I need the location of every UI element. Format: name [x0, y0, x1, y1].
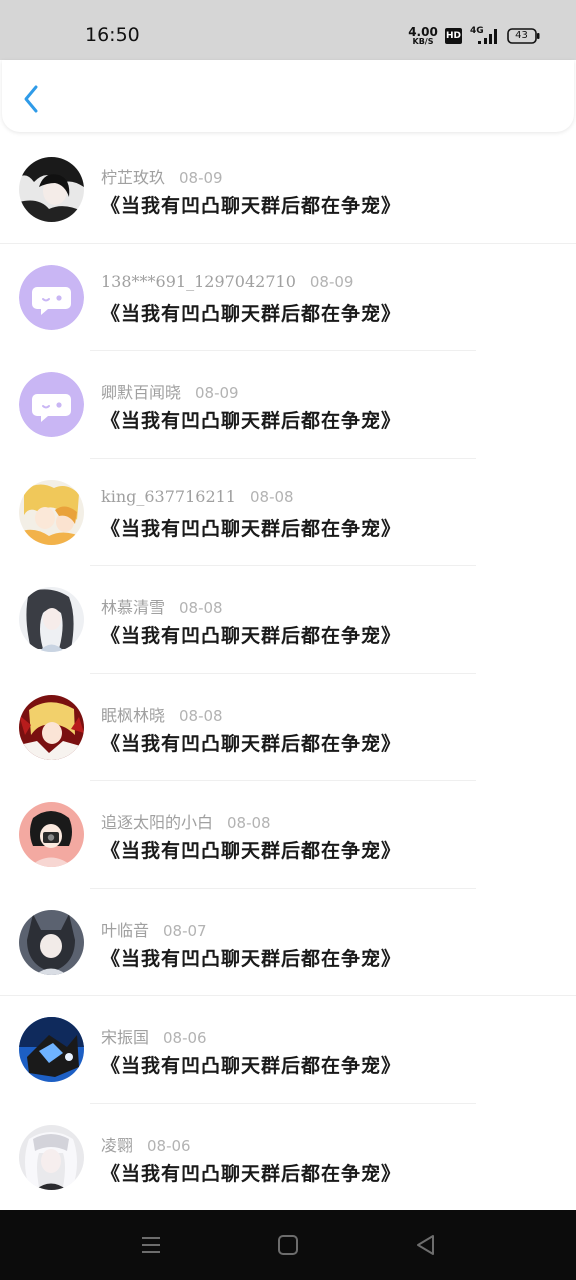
- avatar[interactable]: [19, 264, 84, 330]
- default-chat-avatar-icon: [19, 372, 84, 437]
- user-name[interactable]: 叶临音: [101, 921, 149, 940]
- list-item[interactable]: 追逐太阳的小白 08-08 《当我有凹凸聊天群后都在争宠》: [0, 781, 576, 889]
- comment-meta: 柠芷玫玖 08-09: [101, 164, 223, 188]
- user-name[interactable]: king_637716211: [101, 487, 236, 506]
- network-speed: 4.00 KB/S: [408, 26, 438, 46]
- comment-text: 《当我有凹凸聊天群后都在争宠》: [101, 947, 402, 970]
- list-item[interactable]: 凌翾 08-06 《当我有凹凸聊天群后都在争宠》: [0, 1104, 576, 1212]
- comment-text: 《当我有凹凸聊天群后都在争宠》: [101, 732, 402, 755]
- user-name[interactable]: 宋振国: [101, 1028, 149, 1047]
- comment-date: 08-06: [163, 1029, 207, 1047]
- comment-date: 08-08: [227, 814, 271, 832]
- list-item[interactable]: 叶临音 08-07 《当我有凹凸聊天群后都在争宠》: [0, 889, 576, 996]
- comment-text: 《当我有凹凸聊天群后都在争宠》: [101, 410, 402, 432]
- comment-meta: 林慕清雪 08-08: [101, 594, 223, 618]
- comment-date: 08-08: [179, 599, 223, 617]
- avatar[interactable]: [19, 694, 84, 760]
- navigation-bar: [0, 1210, 576, 1280]
- avatar[interactable]: [19, 372, 84, 437]
- avatar[interactable]: [19, 909, 84, 975]
- comment-text: 《当我有凹凸聊天群后都在争宠》: [101, 1162, 402, 1185]
- comment-date: 08-08: [179, 706, 223, 725]
- avatar[interactable]: [19, 802, 84, 867]
- comment-text: 《当我有凹凸聊天群后都在争宠》: [101, 195, 402, 217]
- hd-icon: HD: [445, 28, 462, 44]
- comment-meta: 卿默百闻晓 08-09: [101, 379, 239, 403]
- comment-list: 柠芷玫玖 08-09 《当我有凹凸聊天群后都在争宠》 138***691_1297…: [0, 136, 576, 1211]
- list-item[interactable]: 138***691_1297042710 08-09 《当我有凹凸聊天群后都在争宠…: [0, 244, 576, 351]
- default-chat-avatar-icon: [19, 264, 84, 330]
- signal-icon: 4G: [470, 26, 497, 44]
- comment-meta: 追逐太阳的小白 08-08: [101, 809, 271, 833]
- menu-icon[interactable]: [138, 1232, 164, 1258]
- back-triangle-icon[interactable]: [413, 1232, 439, 1258]
- list-item[interactable]: 柠芷玫玖 08-09 《当我有凹凸聊天群后都在争宠》: [0, 136, 576, 244]
- home-icon[interactable]: [275, 1232, 301, 1258]
- battery-icon: 43: [507, 28, 540, 44]
- comment-date: 08-09: [309, 272, 354, 291]
- comment-text: 《当我有凹凸聊天群后都在争宠》: [101, 625, 402, 647]
- avatar[interactable]: [19, 479, 84, 545]
- chevron-left-icon: [24, 85, 38, 113]
- avatar[interactable]: [19, 1017, 84, 1082]
- network-type-label: 4G: [470, 26, 484, 36]
- list-item[interactable]: 眠枫林晓 08-08 《当我有凹凸聊天群后都在争宠》: [0, 674, 576, 781]
- comment-date: 08-06: [147, 1136, 191, 1155]
- user-name[interactable]: 柠芷玫玖: [101, 168, 165, 187]
- user-name[interactable]: 138***691_1297042710: [101, 272, 296, 291]
- comment-text: 《当我有凹凸聊天群后都在争宠》: [101, 1055, 402, 1077]
- status-time: 16:50: [85, 24, 140, 46]
- user-name[interactable]: 凌翾: [101, 1136, 133, 1155]
- list-item[interactable]: king_637716211 08-08 《当我有凹凸聊天群后都在争宠》: [0, 459, 576, 566]
- comment-meta: 138***691_1297042710 08-09: [101, 272, 353, 291]
- comment-text: 《当我有凹凸聊天群后都在争宠》: [101, 517, 402, 540]
- comment-meta: 叶临音 08-07: [101, 917, 207, 941]
- comment-text: 《当我有凹凸聊天群后都在争宠》: [101, 302, 402, 325]
- list-item[interactable]: 林慕清雪 08-08 《当我有凹凸聊天群后都在争宠》: [0, 566, 576, 674]
- network-speed-unit: KB/S: [412, 37, 434, 46]
- avatar[interactable]: [19, 157, 84, 222]
- list-item[interactable]: 卿默百闻晓 08-09 《当我有凹凸聊天群后都在争宠》: [0, 351, 576, 459]
- user-name[interactable]: 眠枫林晓: [101, 706, 165, 725]
- comment-date: 08-08: [249, 487, 294, 506]
- status-bar: 16:50 4.00 KB/S HD 4G 43: [0, 0, 576, 60]
- comment-meta: king_637716211 08-08: [101, 487, 294, 506]
- top-header: [2, 60, 574, 132]
- comment-date: 08-09: [195, 384, 239, 402]
- comment-meta: 眠枫林晓 08-08: [101, 702, 223, 726]
- comment-text: 《当我有凹凸聊天群后都在争宠》: [101, 840, 402, 862]
- battery-level: 43: [515, 30, 528, 41]
- user-name[interactable]: 卿默百闻晓: [101, 383, 181, 402]
- comment-meta: 宋振国 08-06: [101, 1024, 207, 1048]
- user-name[interactable]: 追逐太阳的小白: [101, 813, 213, 832]
- comment-date: 08-09: [179, 169, 223, 187]
- avatar[interactable]: [19, 587, 84, 652]
- back-button[interactable]: [16, 82, 46, 116]
- user-name[interactable]: 林慕清雪: [101, 598, 165, 617]
- avatar[interactable]: [19, 1124, 84, 1190]
- list-item[interactable]: 宋振国 08-06 《当我有凹凸聊天群后都在争宠》: [0, 996, 576, 1104]
- comment-date: 08-07: [163, 921, 207, 940]
- comment-meta: 凌翾 08-06: [101, 1132, 191, 1156]
